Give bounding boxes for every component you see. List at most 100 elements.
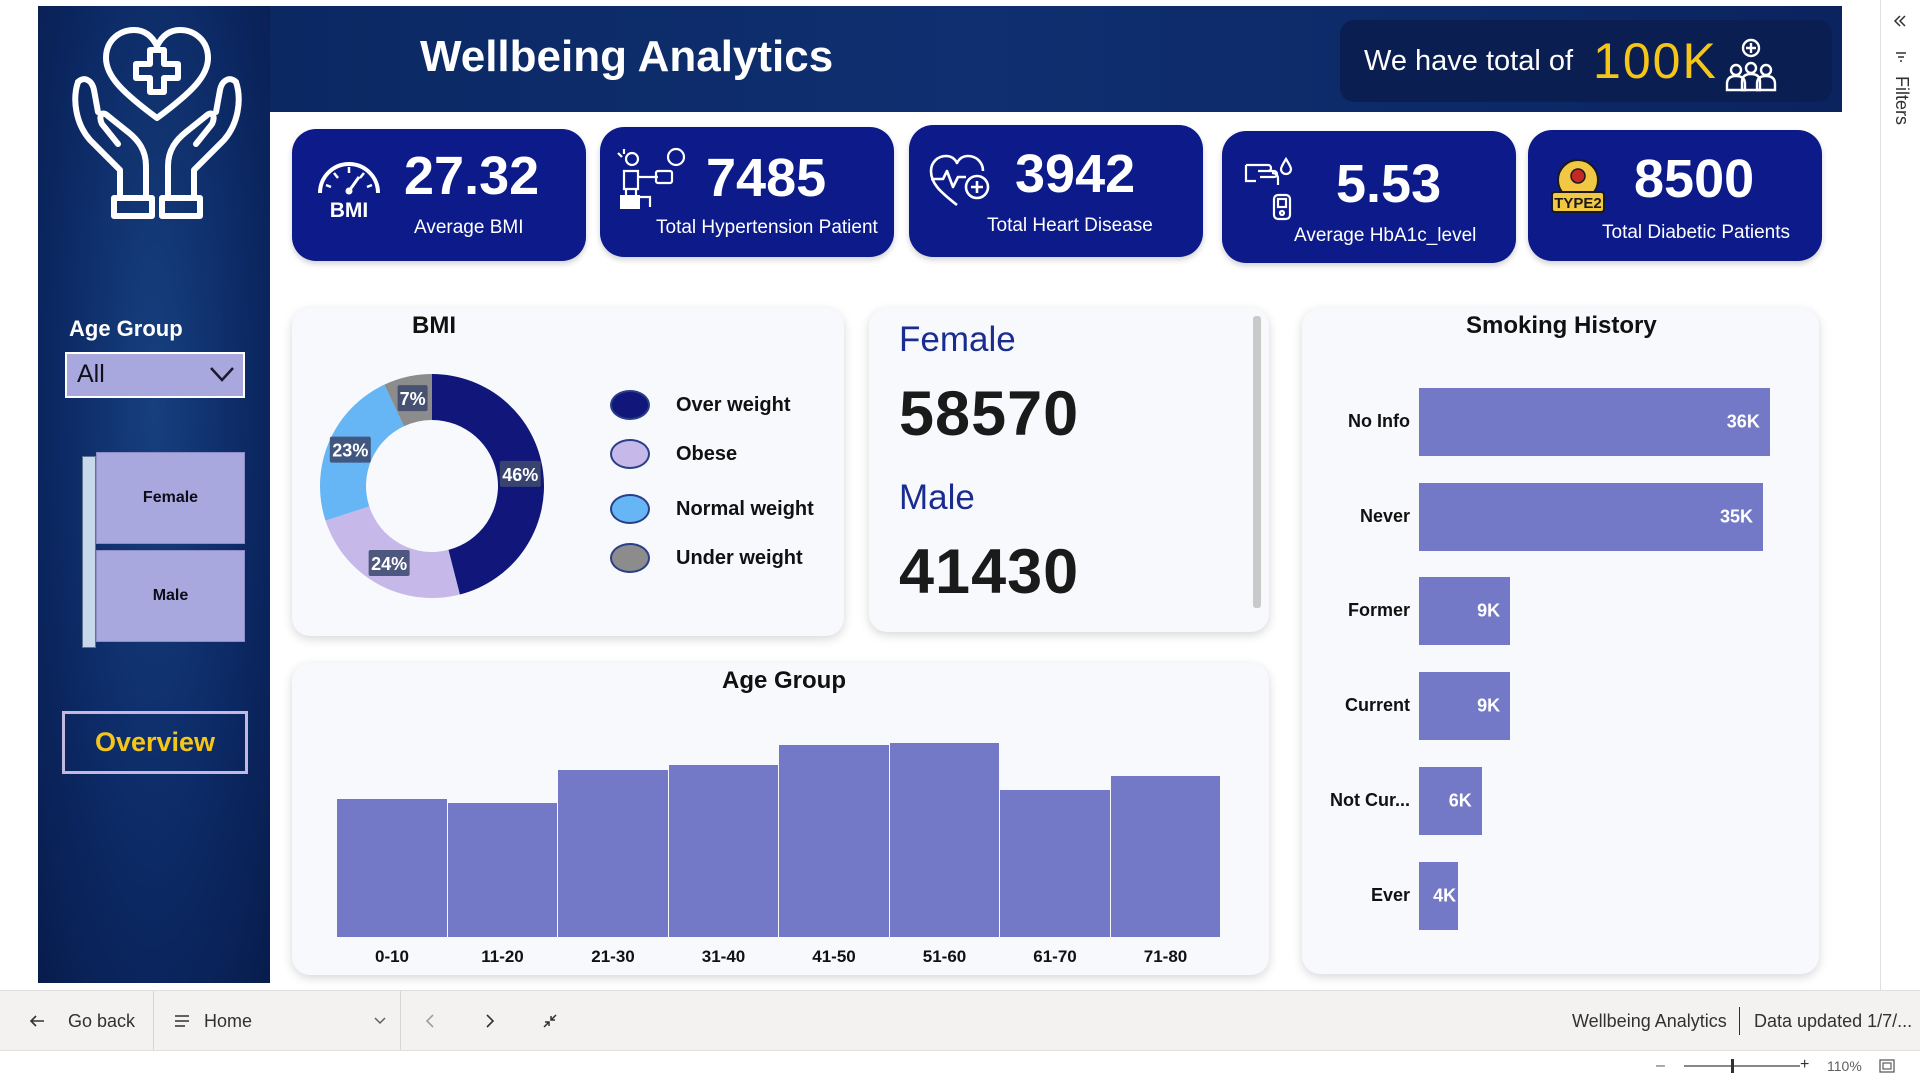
legend-swatch-normal-weight [610,494,650,524]
legend-label: Over weight [676,393,791,416]
age-group-bar[interactable] [668,764,778,937]
kpi-value: 27.32 [404,146,540,206]
collapse-arrows-icon [543,1014,557,1028]
zoom-slider-thumb[interactable] [1731,1059,1734,1073]
age-group-tick-label: 21-30 [591,947,635,966]
gender-slicer-female[interactable]: Female [96,452,245,544]
legend-label: Obese [676,442,738,465]
kpi-hba1c: 5.53 Average HbA1c_level [1222,131,1516,263]
legend-item: Over weight [610,390,790,420]
exit-fullscreen-button[interactable] [542,991,558,1051]
kpi-label: Total Hypertension Patient [656,217,878,238]
male-label: Male [899,478,975,517]
zoom-in-button[interactable]: + [1800,1056,1809,1074]
nav-divider [153,991,154,1051]
legend-item: Obese [610,439,737,469]
age-group-bar[interactable] [337,799,447,937]
go-back-button[interactable]: Go back [28,991,135,1051]
age-group-chart: 0-10 11-20 21-30 31-40 41-50 51-60 61-70 71-80 [292,663,1269,975]
glucose-test-icon [1244,156,1293,221]
age-group-bar[interactable] [1110,776,1220,937]
gender-panel-scrollbar[interactable] [1253,316,1261,608]
smoking-bar[interactable]: 9K [1419,577,1511,646]
smoking-data-label: 36K [1726,411,1760,432]
female-count: 58570 [899,379,1080,449]
age-group-tick-label: 51-60 [922,947,967,966]
chevron-down-icon [374,1017,386,1025]
bmi-data-label: 7% [400,389,426,409]
bmi-gauge-icon: BMI [318,162,380,222]
smoking-data-label: 9K [1477,600,1501,621]
next-page-button[interactable] [484,991,496,1051]
legend-swatch-under-weight [610,543,650,573]
heart-pulse-icon [929,154,990,207]
kpi-label: Total Heart Disease [987,215,1153,236]
bmi-data-label: 23% [332,441,368,461]
bmi-icon-text: BMI [330,199,369,222]
chevron-right-icon [486,1014,495,1028]
zoom-out-button[interactable]: – [1656,1057,1665,1075]
age-group-bar[interactable] [1000,790,1110,937]
collapse-double-chevron-icon[interactable] [1893,14,1907,28]
legend-swatch-obese [610,439,650,469]
zoom-slider[interactable] [1684,1059,1800,1073]
age-group-tick-label: 31-40 [701,947,746,966]
age-group-label: Age Group [69,316,183,341]
bmi-donut-chart: 46% 24% 23% 7% [320,374,545,598]
menu-lines-icon [175,1015,189,1027]
filters-pane[interactable]: Filters [1880,0,1920,990]
legend-label: Normal weight [676,497,814,520]
kpi-heart-disease: 3942 Total Heart Disease [909,125,1203,257]
gender-slicer-male[interactable]: Male [96,550,245,642]
age-group-bar[interactable] [889,742,999,937]
age-group-bar[interactable] [558,769,668,937]
patients-group-icon [1725,38,1777,92]
smoking-bar[interactable]: 9K [1419,672,1511,741]
age-group-bar[interactable] [779,745,889,937]
page-selector-dropdown[interactable]: Home [174,991,386,1051]
go-back-label: Go back [68,1010,136,1031]
kpi-label: Total Diabetic Patients [1602,222,1790,243]
type2-diabetes-icon: TYPE2 [1551,159,1605,213]
smoking-bar[interactable]: 4K [1419,861,1459,930]
status-bar: – + 110% [0,1050,1920,1080]
smoking-category-label: No Info [1348,411,1410,431]
smoking-panel: Smoking History No Info 36K Never 35K Former… [1302,308,1819,974]
kpi-diabetic-patients: TYPE2 8500 Total Diabetic Patients [1528,130,1822,261]
fit-to-page-icon[interactable] [1879,1059,1895,1073]
smoking-bar[interactable]: 36K [1419,388,1770,456]
legend-item: Normal weight [610,494,814,524]
age-group-bar[interactable] [447,802,557,937]
gender-panel: Female 58570 Male 41430 [869,308,1269,632]
filter-icon [1896,52,1906,62]
report-navigation-bar: Go back Home Wellbeing Analytics Data up… [0,990,1920,1051]
kpi-hypertension: 7485 Total Hypertension Patient [600,127,894,257]
filters-label[interactable]: Filters [1891,76,1912,125]
kpi-value: 7485 [706,148,827,208]
kpi-label: Average HbA1c_level [1294,225,1477,246]
total-value: 100K [1593,33,1718,89]
nav-divider [400,991,401,1051]
age-group-dropdown[interactable]: All [65,352,245,398]
age-group-tick-label: 0-10 [374,947,410,966]
overview-button[interactable]: Overview [62,711,248,774]
page-title: Wellbeing Analytics [420,32,834,81]
kpi-value: 8500 [1634,149,1755,209]
arrow-left-icon [29,1015,44,1027]
kpi-label: Average BMI [414,217,524,238]
kpi-average-bmi: BMI 27.32 Average BMI [292,129,586,261]
data-updated-text: Data updated 1/7/... [1754,1010,1913,1031]
nav-divider [1739,1007,1740,1035]
header-banner: Wellbeing Analytics We have total of 100… [270,6,1842,112]
previous-page-button[interactable] [424,991,436,1051]
kpi-value: 3942 [1015,144,1136,204]
legend-swatch-over-weight [610,390,650,420]
smoking-bar[interactable]: 6K [1419,766,1482,835]
legend-item: Under weight [610,543,803,573]
care-hands-logo-icon [72,27,242,219]
gender-slicer-scrollbar[interactable] [82,456,96,648]
male-count: 41430 [899,537,1080,607]
female-label: Female [899,320,1016,359]
smoking-data-label: 9K [1477,695,1501,716]
smoking-bar[interactable]: 35K [1419,482,1763,551]
